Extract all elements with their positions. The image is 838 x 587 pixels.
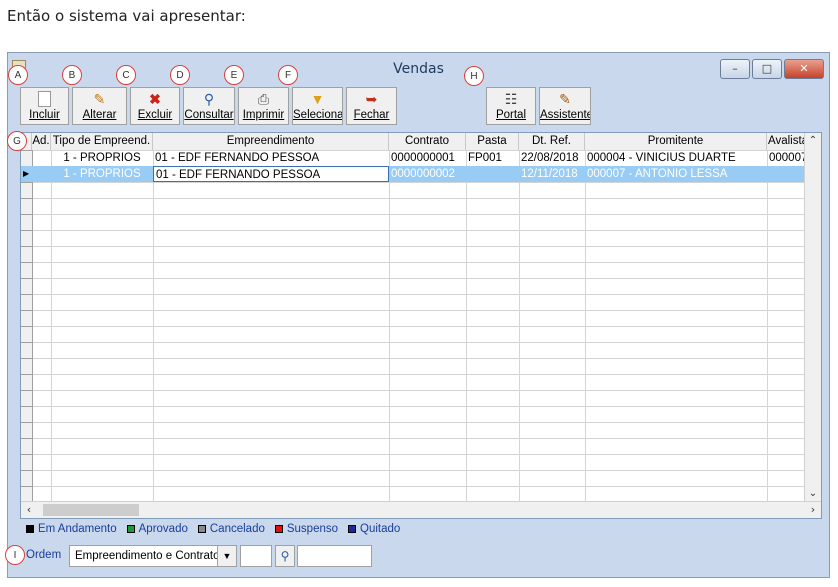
marker-c: C [116, 65, 136, 85]
horizontal-scroll-thumb[interactable] [43, 504, 139, 516]
current-row-pointer-icon: ▶ [23, 169, 30, 178]
scroll-right-icon[interactable]: › [805, 502, 821, 518]
marker-g: G [7, 131, 27, 151]
imprimir-button[interactable]: ⎙ Imprimir [238, 87, 289, 125]
table-row-selected[interactable]: ▶ 1 - PROPRIOS 01 - EDF FERNANDO PESSOA … [21, 166, 805, 182]
new-document-icon [36, 91, 54, 107]
edit-icon: ✎ [93, 91, 106, 107]
excluir-button[interactable]: ✖ Excluir [130, 87, 180, 125]
delete-x-icon: ✖ [149, 91, 161, 107]
search-icon: ⚲ [280, 549, 290, 563]
scroll-left-icon[interactable]: ‹ [21, 502, 37, 518]
marker-d: D [170, 65, 190, 85]
scroll-up-icon[interactable]: ⌃ [805, 133, 821, 149]
grid-body [21, 150, 805, 502]
marker-a: A [8, 65, 28, 85]
search-button[interactable]: ⚲ [275, 545, 295, 567]
exit-door-icon: ➥ [365, 91, 378, 107]
maximize-button[interactable]: □ [752, 59, 782, 79]
assistente-button[interactable]: ✎ Assistente [539, 87, 591, 125]
vendas-grid[interactable]: Ad. Tipo de Empreend. Empreendimento Con… [20, 132, 822, 519]
grid-header: Ad. Tipo de Empreend. Empreendimento Con… [21, 133, 811, 151]
incluir-button[interactable]: Incluir [20, 87, 69, 125]
marker-b: B [62, 65, 82, 85]
funnel-icon: ▼ [310, 91, 325, 107]
marker-i: I [5, 545, 25, 565]
horizontal-scrollbar[interactable]: ‹ › [21, 501, 821, 518]
assistant-icon: ✎ [559, 91, 571, 107]
printer-icon: ⎙ [257, 91, 270, 107]
marker-h: H [464, 66, 484, 86]
page-caption: Então o sistema vai apresentar: [7, 7, 246, 25]
legend-suspenso: Suspenso [274, 523, 338, 535]
portal-button[interactable]: ☷ Portal [486, 87, 536, 125]
chevron-down-icon[interactable]: ▼ [217, 546, 236, 566]
col-pasta[interactable]: Pasta [466, 133, 519, 150]
marker-f: F [278, 65, 298, 85]
consultar-button[interactable]: ⚲ Consultar [183, 87, 235, 125]
order-label: Ordem [26, 549, 62, 561]
row-indicator-column [21, 150, 33, 502]
table-row[interactable]: 1 - PROPRIOS 01 - EDF FERNANDO PESSOA 00… [21, 150, 805, 166]
magnifier-icon: ⚲ [203, 91, 215, 107]
order-select[interactable]: Empreendimento e Contrato ▼ [69, 545, 237, 567]
scroll-down-icon[interactable]: ⌄ [805, 486, 821, 502]
legend-em-andamento: Em Andamento [26, 523, 117, 535]
col-empreendimento[interactable]: Empreendimento [153, 133, 389, 150]
seleciona-button[interactable]: ▼ Seleciona [292, 87, 343, 125]
focused-cell[interactable]: 01 - EDF FERNANDO PESSOA [153, 166, 389, 182]
col-dt-ref[interactable]: Dt. Ref. [519, 133, 585, 150]
col-promitente[interactable]: Promitente [585, 133, 767, 150]
order-bar: Ordem Empreendimento e Contrato ▼ ⚲ [26, 544, 426, 568]
search-input[interactable] [297, 545, 372, 567]
vertical-scrollbar[interactable]: ⌃ ⌄ [804, 133, 821, 502]
portal-icon: ☷ [504, 91, 518, 107]
fechar-button[interactable]: ➥ Fechar [346, 87, 397, 125]
alterar-button[interactable]: ✎ Alterar [72, 87, 127, 125]
legend-quitado: Quitado [348, 523, 400, 535]
order-filter-field[interactable] [240, 545, 272, 567]
col-contrato[interactable]: Contrato [389, 133, 466, 150]
status-legend: Em Andamento Aprovado Cancelado Suspenso… [26, 523, 400, 535]
legend-cancelado: Cancelado [197, 523, 265, 535]
marker-e: E [224, 65, 244, 85]
col-ad[interactable]: Ad. [32, 133, 51, 150]
legend-aprovado: Aprovado [126, 523, 188, 535]
col-tipo[interactable]: Tipo de Empreend. [51, 133, 153, 150]
minimize-button[interactable]: – [720, 59, 750, 79]
vendas-window: Vendas – □ ✕ Incluir ✎ Alterar ✖ Excluir… [7, 52, 830, 578]
close-button[interactable]: ✕ [784, 59, 824, 79]
